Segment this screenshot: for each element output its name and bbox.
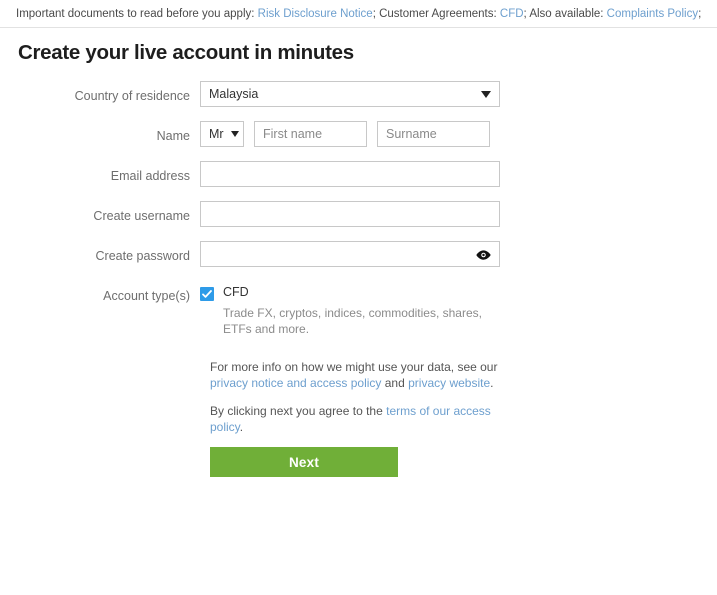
account-types-row: Account type(s) CFD Trade FX, cryptos, i…	[0, 281, 717, 337]
country-of-residence-label: Country of residence	[74, 89, 190, 103]
cfd-option-description: Trade FX, cryptos, indices, commodities,…	[223, 306, 482, 336]
create-password-row: Create password	[0, 241, 717, 267]
privacy-paragraph: For more info on how we might use your d…	[210, 359, 510, 391]
eye-icon[interactable]	[476, 247, 491, 262]
page-title: Create your live account in minutes	[18, 41, 354, 64]
disclosure-sep-3: ;	[698, 8, 702, 20]
cfd-agreement-link[interactable]: CFD	[500, 8, 524, 20]
create-username-row: Create username	[0, 201, 717, 227]
name-row: Name Mr First name Surname	[0, 121, 717, 147]
complaints-policy-link[interactable]: Complaints Policy	[607, 8, 698, 20]
account-types-label: Account type(s)	[103, 289, 190, 303]
cfd-checkbox[interactable]	[200, 287, 214, 301]
legal-text-block: For more info on how we might use your d…	[210, 359, 510, 435]
disclosure-intro: Important documents to read before you a…	[16, 8, 255, 20]
customer-agreements-label: Customer Agreements:	[379, 8, 497, 20]
create-password-label: Create password	[95, 249, 191, 263]
privacy-notice-link[interactable]: privacy notice and access policy	[210, 376, 381, 390]
first-name-input[interactable]: First name	[254, 121, 367, 147]
risk-disclosure-notice-link[interactable]: Risk Disclosure Notice	[258, 8, 373, 20]
also-available-label: Also available:	[529, 8, 604, 20]
title-value: Mr	[209, 127, 224, 141]
email-address-input[interactable]	[200, 161, 500, 187]
country-of-residence-value: Malaysia	[209, 87, 259, 101]
chevron-down-icon	[231, 131, 239, 137]
privacy-pre-text: For more info on how we might use your d…	[210, 360, 498, 374]
cfd-option-name: CFD	[223, 285, 249, 299]
privacy-mid-text: and	[381, 376, 409, 390]
create-password-input[interactable]	[200, 241, 500, 267]
country-of-residence-row: Country of residence Malaysia	[0, 81, 717, 107]
next-button[interactable]: Next	[210, 447, 398, 477]
create-username-input[interactable]	[200, 201, 500, 227]
chevron-down-icon	[481, 90, 491, 98]
terms-pre-text: By clicking next you agree to the	[210, 404, 387, 418]
terms-end-text: .	[239, 420, 244, 434]
first-name-placeholder: First name	[263, 127, 323, 141]
name-label: Name	[156, 129, 190, 143]
privacy-end-text: .	[490, 376, 494, 390]
country-of-residence-select[interactable]: Malaysia	[200, 81, 500, 107]
disclosure-sep-1: ;	[372, 8, 376, 20]
surname-input[interactable]: Surname	[377, 121, 490, 147]
email-address-label: Email address	[110, 169, 190, 183]
account-type-option-cfd[interactable]: CFD Trade FX, cryptos, indices, commodit…	[200, 281, 501, 337]
registration-form: Country of residence Malaysia Name Mr Fi…	[0, 81, 717, 337]
surname-placeholder: Surname	[386, 127, 437, 141]
privacy-website-link[interactable]: privacy website	[408, 376, 490, 390]
terms-paragraph: By clicking next you agree to the terms …	[210, 403, 510, 435]
create-username-label: Create username	[93, 209, 190, 223]
disclosure-bar: Important documents to read before you a…	[0, 0, 717, 28]
title-select[interactable]: Mr	[200, 121, 244, 147]
disclosure-sep-2: ;	[523, 8, 527, 20]
email-address-row: Email address	[0, 161, 717, 187]
